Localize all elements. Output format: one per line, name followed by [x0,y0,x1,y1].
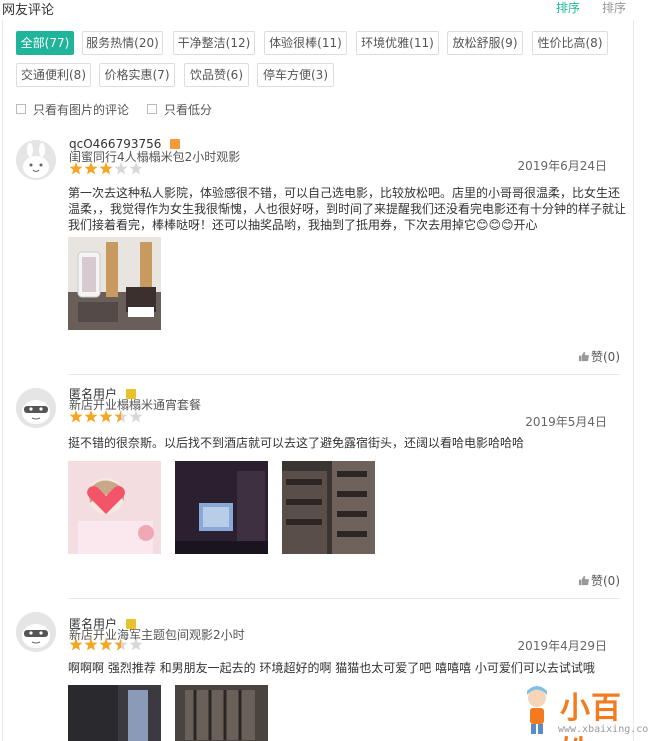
review-photos [68,237,161,330]
tag-experience[interactable]: 体验很棒(11) [264,31,347,55]
star-full-icon [99,410,113,423]
like-count: 赞(0) [591,350,620,364]
default-avatar-icon [16,612,56,652]
star-empty-icon [129,162,143,175]
avatar[interactable] [16,612,56,652]
with-photos-label: 只看有图片的评论 [33,102,130,117]
low-scores-checkbox[interactable] [147,104,157,114]
star-full-icon [69,638,83,651]
review-content: 啊啊啊 强烈推荐 和男朋友一起去的 环境超好的啊 猫猫也太可爱了吧 嘻嘻嘻 小可… [68,661,595,675]
star-full-icon [69,410,83,423]
review-photo[interactable] [175,685,268,741]
review-content: 第一次去这种私人影院，体验感很不错，可以自己选电影，比较放松吧。店里的小哥哥很温… [68,186,627,232]
with-photos-checkbox[interactable] [16,104,26,114]
review-item: qcO466793756 闺蜜同行4人榻榻米包2小时观影 2019年6月24日 … [16,137,626,380]
frame-border-left [2,20,3,741]
review-divider [68,374,620,375]
watermark-url: www.xbaixing.com [558,724,648,735]
tag-parking[interactable]: 停车方便(3) [257,63,334,87]
watermark-mascot-icon [527,686,547,734]
review-photo[interactable] [68,461,161,554]
review-divider [68,598,620,599]
star-empty-icon [129,410,143,423]
reviews-header: 网友评论 排序 排序 [0,0,648,18]
review-content: 挺不错的很奈斯。以后找不到酒店就可以去这了避免露宿街头，还阔以看哈电影哈哈哈 [68,436,525,450]
tag-transport[interactable]: 交通便利(8) [16,63,91,87]
review-photo[interactable] [68,237,161,330]
section-title: 网友评论 [2,3,55,18]
sort-tab-active[interactable]: 排序 [556,0,580,16]
star-full-icon [84,410,98,423]
review-photos [68,461,375,554]
star-full-icon [84,162,98,175]
review-photo[interactable] [175,461,268,554]
thumbs-up-icon [578,351,589,362]
tag-price[interactable]: 价格实惠(7) [99,63,175,87]
default-avatar-icon [16,140,56,180]
tag-relax[interactable]: 放松舒服(9) [447,31,523,55]
star-half-icon [114,638,128,651]
filter-low-scores[interactable]: 只看低分 [147,101,212,117]
default-avatar-icon [16,388,56,428]
avatar[interactable] [16,140,56,180]
review-date: 2019年4月29日 [517,639,607,653]
watermark: 小百姓 www.xbaixing.com [520,686,648,741]
tag-drinks[interactable]: 饮品赞(6) [184,63,249,87]
review-photo[interactable] [282,461,375,554]
star-rating [69,410,144,423]
tag-environment[interactable]: 环境优雅(11) [356,31,439,55]
review-photo[interactable] [68,685,161,741]
star-full-icon [84,638,98,651]
avatar[interactable] [16,388,56,428]
like-button[interactable]: 赞(0) [578,348,620,365]
star-full-icon [99,638,113,651]
review-photos [68,685,268,741]
star-full-icon [99,162,113,175]
tag-service[interactable]: 服务热情(20) [82,31,163,55]
like-button[interactable]: 赞(0) [578,572,620,589]
tag-clean[interactable]: 干净整洁(12) [173,31,255,55]
like-count: 赞(0) [591,574,620,588]
frame-border-right [633,20,634,741]
star-rating [69,162,144,175]
tag-all[interactable]: 全部(77) [16,31,74,55]
review-item: 匿名用户 新店开业榻榻米通宵套餐 2019年5月4日 挺不错的很奈斯。以后找不到… [16,387,620,608]
review-date: 2019年6月24日 [517,159,607,173]
star-full-icon [69,162,83,175]
tag-value[interactable]: 性价比高(8) [532,31,608,55]
filter-with-photos[interactable]: 只看有图片的评论 [16,101,129,117]
star-rating [69,638,144,651]
star-empty-icon [129,638,143,651]
low-scores-label: 只看低分 [164,102,213,117]
sort-tab-inactive[interactable]: 排序 [602,0,626,16]
star-empty-icon [114,162,128,175]
thumbs-up-icon [578,575,589,586]
review-date: 2019年5月4日 [525,415,607,429]
star-half-icon [114,410,128,423]
